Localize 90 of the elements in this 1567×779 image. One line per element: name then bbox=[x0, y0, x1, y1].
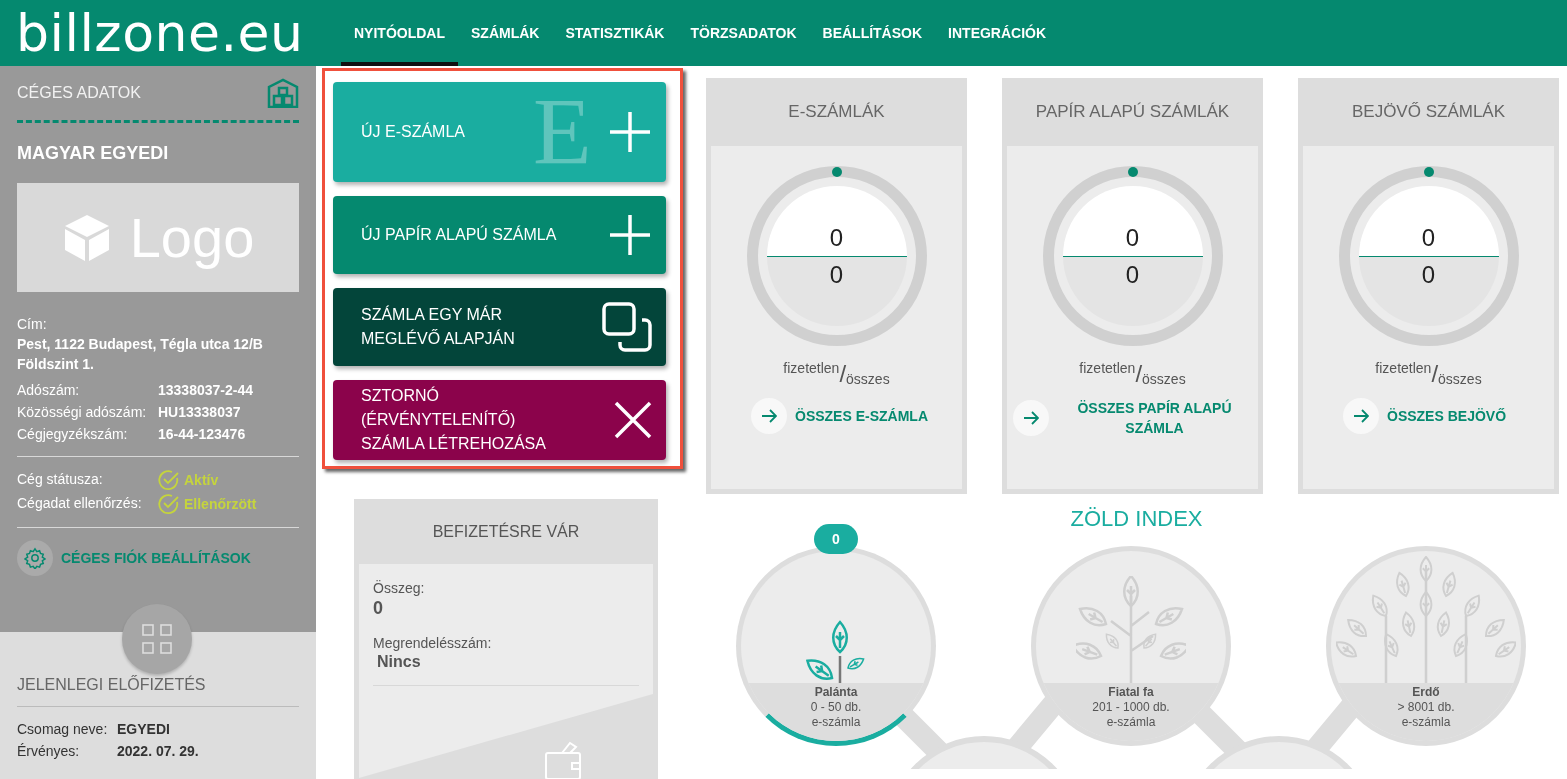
stage-name: Palánta bbox=[814, 685, 858, 700]
address: Pest, 1122 Budapest, Tégla utca 12/B Földszint 1. bbox=[17, 335, 264, 374]
separator: / bbox=[1135, 360, 1143, 388]
action-button[interactable]: SZTORNÓ (ÉRVÉNYTELENÍTŐ) SZÁMLA LÉTREHOZÁSA bbox=[333, 380, 666, 460]
stage-unit: e-számla bbox=[1401, 715, 1451, 730]
total-count: 0 bbox=[829, 260, 844, 289]
total-count: 0 bbox=[1125, 260, 1140, 289]
company-name: MAGYAR EGYEDI bbox=[17, 143, 170, 164]
status-label: Cég státusza: bbox=[17, 470, 104, 489]
order-value: Nincs bbox=[376, 653, 422, 671]
unpaid-label: fizetetlen bbox=[783, 360, 840, 376]
subscription-value: 2022. 07. 29. bbox=[117, 742, 200, 761]
card-link[interactable]: ÖSSZES E-SZÁMLA bbox=[795, 406, 956, 426]
status-value: Aktív bbox=[158, 469, 299, 491]
count-badge: 0 bbox=[814, 524, 858, 554]
check-icon bbox=[158, 493, 180, 515]
tree-icon bbox=[1076, 576, 1186, 686]
nav-tab[interactable]: SZÁMLÁK bbox=[458, 0, 553, 66]
total-label: összes bbox=[1438, 371, 1482, 387]
indicator-dot bbox=[1127, 167, 1138, 177]
forest-icon bbox=[1336, 556, 1516, 686]
arrow-button[interactable] bbox=[1013, 400, 1049, 436]
indicator-dot bbox=[831, 167, 842, 177]
amount-value: 0 bbox=[373, 598, 384, 619]
apps-button[interactable] bbox=[122, 604, 192, 674]
section-title: ZÖLD INDEX bbox=[1070, 506, 1203, 532]
separator: / bbox=[1431, 360, 1439, 388]
nav-tab[interactable]: STATISZTIKÁK bbox=[552, 0, 678, 66]
brand-logo[interactable]: billzone.eu bbox=[0, 0, 316, 66]
separator: / bbox=[839, 360, 847, 388]
stage-name: Fiatal fa bbox=[1108, 685, 1154, 700]
nav-tab[interactable]: BEÁLLÍTÁSOK bbox=[809, 0, 936, 66]
copy-icon bbox=[602, 302, 652, 352]
detail-value: HU13338037 bbox=[158, 403, 242, 422]
arrow-icon bbox=[1023, 411, 1039, 425]
arrow-icon bbox=[1353, 409, 1369, 423]
action-button[interactable]: ÚJ E-SZÁMLA E bbox=[333, 82, 666, 182]
stage-range: > 8001 db. bbox=[1397, 700, 1455, 715]
status-label: Cégadat ellenőrzés: bbox=[17, 494, 143, 513]
card-title: BEFIZETÉSRE VÁR bbox=[432, 522, 580, 541]
subscription-value: EGYEDI bbox=[117, 720, 171, 739]
panel-title: JELENLEGI ELŐFIZETÉS bbox=[17, 676, 207, 694]
unpaid-count: 0 bbox=[1125, 223, 1140, 252]
total-count: 0 bbox=[1421, 260, 1436, 289]
nav-tab[interactable]: INTEGRÁCIÓK bbox=[935, 0, 1060, 66]
total-label: összes bbox=[846, 371, 890, 387]
unpaid-count: 0 bbox=[1421, 223, 1436, 252]
stage-range: 201 - 1000 db. bbox=[1092, 700, 1170, 715]
card-link[interactable]: ÖSSZES PAPÍR ALAPÚ SZÁMLA bbox=[1057, 398, 1252, 438]
arrow-button[interactable] bbox=[751, 398, 787, 434]
nav-tab[interactable]: NYITÓOLDAL bbox=[341, 0, 458, 66]
indicator-dot bbox=[1423, 167, 1434, 177]
settings-icon bbox=[24, 547, 46, 569]
card-title: BEJÖVŐ SZÁMLÁK bbox=[1351, 102, 1505, 122]
address-label: Cím: bbox=[17, 315, 48, 334]
action-button[interactable]: ÚJ PAPÍR ALAPÚ SZÁMLA bbox=[333, 196, 666, 274]
arrow-button[interactable] bbox=[1343, 398, 1379, 434]
watermark-letter: E bbox=[533, 90, 592, 174]
card-title: PAPÍR ALAPÚ SZÁMLÁK bbox=[1035, 102, 1230, 122]
detail-value: 13338037-2-44 bbox=[158, 381, 254, 400]
unpaid-label: fizetetlen bbox=[1079, 360, 1136, 376]
amount-label: Összeg: bbox=[373, 579, 426, 598]
wallet-icon bbox=[544, 741, 584, 779]
panel-title: CÉGES ADATOK bbox=[17, 84, 141, 102]
detail-value: 16-44-123476 bbox=[158, 425, 247, 444]
stage-name: Erdő bbox=[1412, 685, 1440, 700]
grid-icon bbox=[141, 623, 173, 655]
action-button[interactable]: SZÁMLA EGY MÁR MEGLÉVŐ ALAPJÁN bbox=[333, 288, 666, 366]
plus-icon bbox=[608, 110, 652, 154]
plus-icon bbox=[608, 213, 652, 257]
detail-label: Adószám: bbox=[17, 381, 81, 400]
card-title: E-SZÁMLÁK bbox=[788, 102, 885, 122]
unpaid-label: fizetetlen bbox=[1375, 360, 1432, 376]
total-label: összes bbox=[1142, 371, 1186, 387]
stage-unit: e-számla bbox=[1106, 715, 1156, 730]
stage-unit: e-számla bbox=[811, 715, 861, 730]
subscription-label: Érvényes: bbox=[17, 742, 81, 761]
status-value: Ellenőrzött bbox=[158, 493, 299, 515]
order-label: Megrendelésszám: bbox=[373, 634, 493, 653]
card-link[interactable]: ÖSSZES BEJÖVŐ bbox=[1387, 406, 1548, 426]
unpaid-count: 0 bbox=[829, 223, 844, 252]
nav-tab[interactable]: TÖRZSADATOK bbox=[677, 0, 810, 66]
arrow-icon bbox=[761, 409, 777, 423]
subscription-label: Csomag neve: bbox=[17, 720, 109, 739]
building-icon bbox=[267, 78, 299, 108]
detail-label: Cégjegyzékszám: bbox=[17, 425, 129, 444]
stage-range: 0 - 50 db. bbox=[810, 700, 862, 715]
close-icon bbox=[614, 401, 652, 439]
check-icon bbox=[158, 469, 180, 491]
detail-label: Közösségi adószám: bbox=[17, 403, 148, 422]
